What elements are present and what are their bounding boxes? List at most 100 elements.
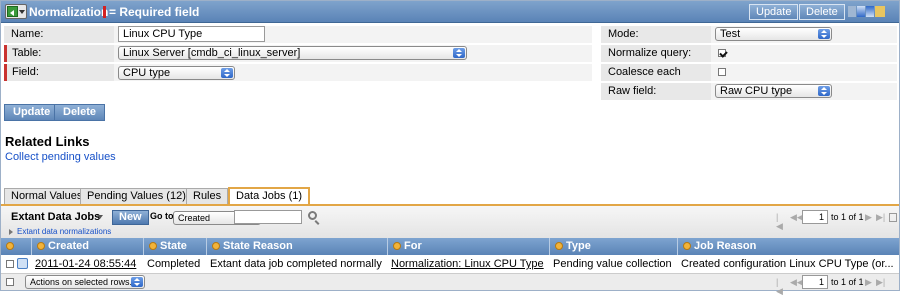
required-legend: = Required field: [109, 5, 200, 19]
mode-select[interactable]: Test: [715, 27, 832, 41]
chevron-down-icon[interactable]: [97, 215, 103, 219]
goto-label: Go to: [150, 211, 174, 221]
next-page-icon[interactable]: ▶: [865, 278, 874, 287]
mode-label: Mode:: [601, 26, 711, 43]
delete-button[interactable]: Delete: [54, 104, 106, 121]
first-page-icon[interactable]: |◀: [776, 213, 785, 231]
name-label: Name:: [4, 26, 114, 43]
select-arrows-icon: [221, 68, 233, 78]
field-select[interactable]: CPU type: [118, 66, 235, 80]
cell-type: Pending value collection: [553, 258, 672, 270]
context-menu-button[interactable]: [5, 4, 27, 19]
breadcrumb[interactable]: Extant data normalizations: [9, 227, 111, 236]
header-icons: [848, 6, 886, 18]
search-icon[interactable]: [308, 211, 317, 220]
column-state[interactable]: State: [143, 238, 206, 255]
table-row: 2011-01-24 08:55:44 Completed Extant dat…: [1, 255, 899, 273]
breadcrumb-link[interactable]: Extant data normalizations: [17, 227, 111, 236]
column-created[interactable]: Created: [31, 238, 143, 255]
mode-select-value: Test: [720, 28, 741, 40]
gear-icon[interactable]: [6, 242, 14, 250]
preview-record-icon[interactable]: [17, 258, 28, 269]
header-delete-button[interactable]: Delete: [799, 4, 845, 20]
tab-pending-values[interactable]: Pending Values (12): [80, 188, 193, 204]
goto-input[interactable]: [234, 210, 302, 224]
column-menu-icon[interactable]: [393, 242, 401, 250]
column-state-reason-label: State Reason: [223, 240, 293, 252]
new-button[interactable]: New: [112, 210, 149, 225]
last-page-icon[interactable]: ▶|: [876, 213, 885, 222]
coalesce-label: Coalesce each normal:: [601, 64, 711, 95]
tab-rules[interactable]: Rules: [186, 188, 229, 204]
column-state-reason[interactable]: State Reason: [206, 238, 387, 255]
form-title: Normalization: [29, 5, 109, 19]
select-arrows-icon: [818, 86, 830, 96]
actions-select[interactable]: Actions on selected rows...: [25, 275, 145, 289]
cell-state-reason: Extant data job completed normally: [210, 258, 382, 270]
list-toolbar: Extant Data Jobs New Go to Created Extan…: [1, 206, 899, 238]
collapse-icon[interactable]: [889, 213, 897, 222]
raw-field-select[interactable]: Raw CPU type: [715, 84, 832, 98]
footer-page-input[interactable]: 1: [802, 275, 828, 289]
next-page-icon[interactable]: ▶: [865, 213, 874, 222]
column-type-label: Type: [566, 240, 591, 252]
arrow-down-icon[interactable]: [866, 6, 874, 17]
chevron-down-icon: [19, 10, 25, 14]
list-footer: Actions on selected rows... |◀ ◀◀ 1 to 1…: [1, 273, 899, 296]
tab-data-jobs[interactable]: Data Jobs (1): [228, 187, 311, 205]
coalesce-cell: [711, 64, 897, 81]
normalize-query-label: Normalize query:: [601, 45, 711, 62]
triangle-right-icon: [9, 228, 13, 235]
attachment-icon[interactable]: [848, 6, 856, 17]
field-select-value: CPU type: [123, 67, 171, 79]
column-type[interactable]: Type: [549, 238, 677, 255]
name-input[interactable]: Linux CPU Type: [118, 26, 265, 42]
related-links-heading: Related Links: [5, 134, 90, 149]
row-checkbox[interactable]: [6, 260, 14, 268]
footer-page-count: to 1 of 1: [831, 277, 864, 287]
table-header: Created State State Reason For Type Job …: [1, 238, 899, 255]
column-menu-icon[interactable]: [212, 242, 220, 250]
prev-page-icon[interactable]: ◀◀: [790, 213, 804, 222]
column-state-label: State: [160, 240, 187, 252]
column-job-reason[interactable]: Job Reason: [677, 238, 899, 255]
cell-for[interactable]: Normalization: Linux CPU Type: [391, 255, 544, 273]
update-button[interactable]: Update: [4, 104, 60, 121]
select-arrows-icon: [453, 48, 465, 58]
column-menu-icon[interactable]: [555, 242, 563, 250]
page-input[interactable]: 1: [802, 210, 828, 224]
cell-job-reason: Created configuration Linux CPU Type (or…: [681, 258, 894, 270]
tab-normal-values[interactable]: Normal Values: [4, 188, 90, 204]
column-for[interactable]: For: [387, 238, 549, 255]
cell-state: Completed: [147, 258, 201, 270]
back-arrow-icon: [7, 6, 18, 17]
column-menu-icon[interactable]: [37, 242, 45, 250]
normalize-query-cell: [711, 45, 897, 62]
settings-icon[interactable]: [875, 6, 885, 17]
table-select[interactable]: Linux Server [cmdb_ci_linux_server]: [118, 46, 467, 60]
raw-field-label: Raw field:: [601, 83, 711, 100]
header-update-button[interactable]: Update: [749, 4, 799, 20]
column-menu-icon[interactable]: [683, 242, 691, 250]
goto-field-value: Created: [178, 213, 211, 223]
collect-pending-values-link[interactable]: Collect pending values: [5, 151, 116, 163]
actions-select-value: Actions on selected rows...: [30, 277, 138, 287]
arrow-up-icon[interactable]: [857, 6, 865, 17]
first-page-icon[interactable]: |◀: [776, 278, 785, 296]
field-label: Field:: [4, 64, 114, 81]
prev-page-icon[interactable]: ◀◀: [790, 278, 804, 287]
required-marker-icon: [103, 6, 106, 18]
normalize-query-checkbox[interactable]: [718, 49, 726, 57]
column-menu-icon[interactable]: [149, 242, 157, 250]
column-options[interactable]: [1, 238, 31, 255]
coalesce-checkbox[interactable]: [718, 68, 726, 76]
column-created-label: Created: [48, 240, 89, 252]
cell-created[interactable]: 2011-01-24 08:55:44: [35, 255, 136, 273]
select-all-checkbox[interactable]: [6, 278, 14, 286]
list-title[interactable]: Extant Data Jobs: [11, 211, 100, 223]
table-select-value: Linux Server [cmdb_ci_linux_server]: [123, 47, 301, 59]
last-page-icon[interactable]: ▶|: [876, 278, 885, 287]
column-for-label: For: [404, 240, 422, 252]
select-arrows-icon: [131, 277, 143, 287]
page-count: to 1 of 1: [831, 212, 864, 222]
